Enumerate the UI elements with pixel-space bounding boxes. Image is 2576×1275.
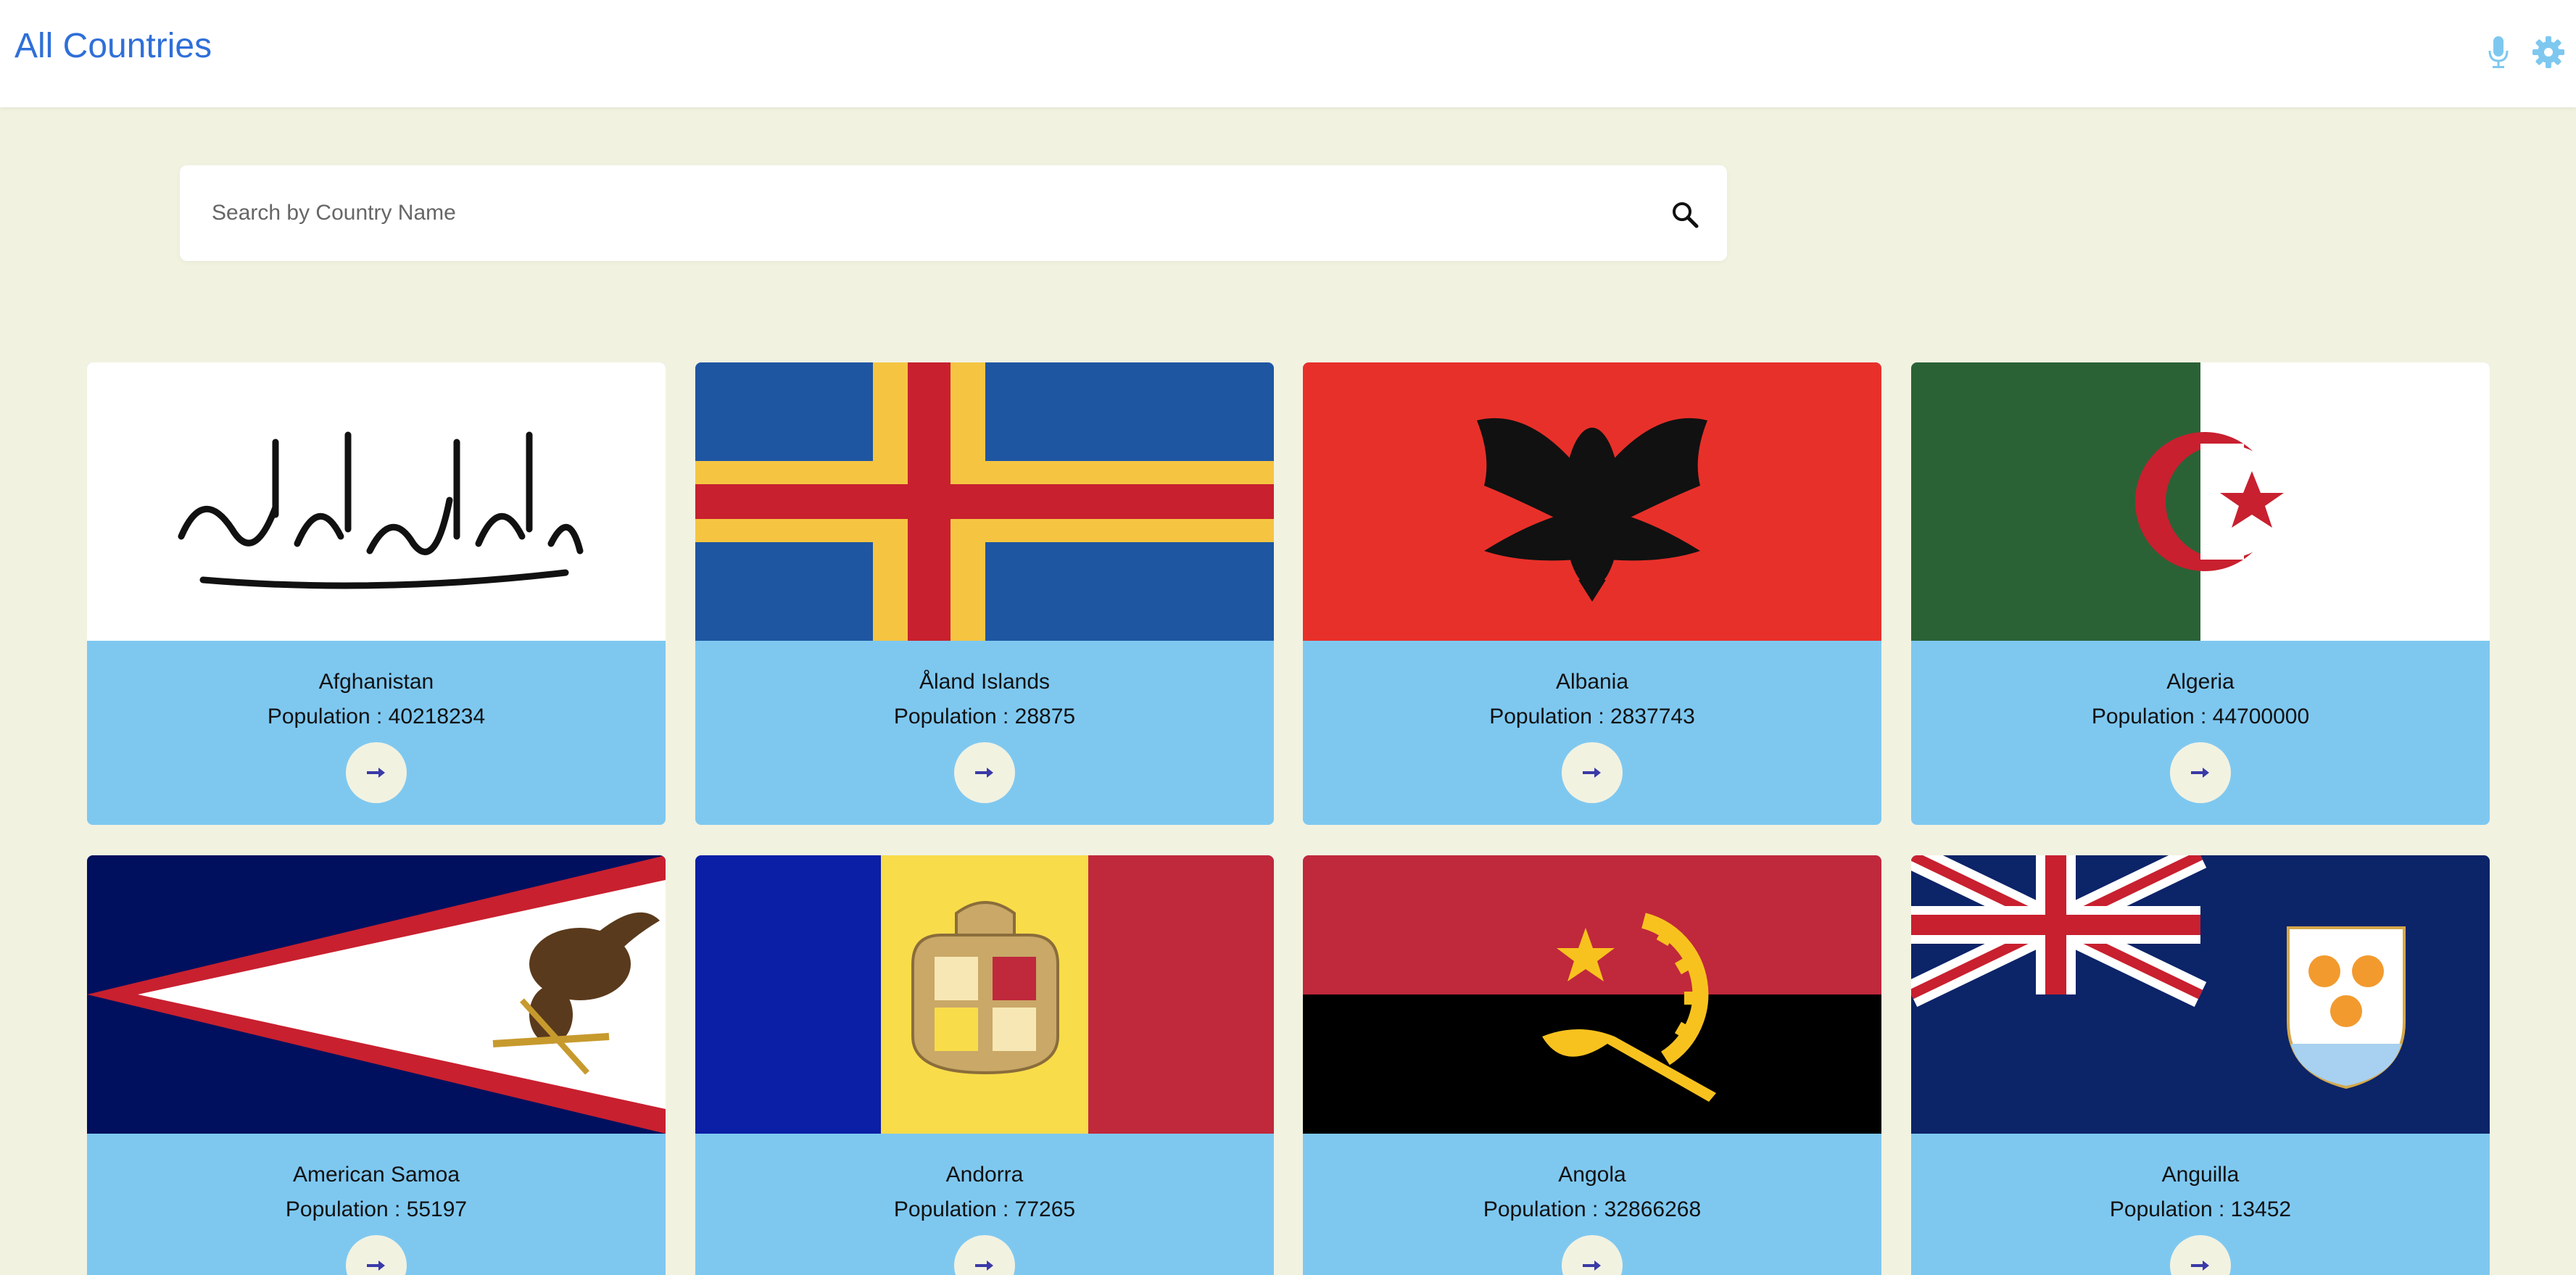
flag-algeria [1911,362,2490,641]
details-button[interactable] [954,742,1015,803]
arrow-right-icon [975,1261,993,1271]
arrow-right-icon [975,768,993,778]
arrow-right-icon [2191,768,2209,778]
search-box [180,165,1727,261]
country-card-american-samoa[interactable]: American Samoa Population : 55197 [87,855,666,1275]
country-name: Afghanistan [318,670,434,694]
country-population: Population : 44700000 [2091,705,2310,728]
app-header: All Countries [0,0,2576,107]
flag-andorra [695,855,1274,1134]
gear-icon[interactable] [2531,35,2566,70]
country-card-andorra[interactable]: Andorra Population : 77265 [695,855,1274,1275]
country-card-aland-islands[interactable]: Åland Islands Population : 28875 [695,362,1274,825]
details-button[interactable] [1562,742,1623,803]
flag-aland-islands [695,362,1274,641]
arrow-right-icon [367,768,385,778]
country-population: Population : 55197 [285,1197,468,1221]
country-card-albania[interactable]: Albania Population : 2837743 [1303,362,1881,825]
country-name: American Samoa [292,1163,460,1187]
country-name: Andorra [945,1163,1024,1187]
country-card-anguilla[interactable]: Anguilla Population : 13452 [1911,855,2490,1275]
country-name: Albania [1555,670,1629,694]
flag-american-samoa [87,855,666,1134]
page-title: All Countries [15,27,212,65]
search-icon[interactable] [1670,200,1699,229]
country-card-angola[interactable]: Angola Population : 32866268 [1303,855,1881,1275]
country-name: Algeria [2166,670,2235,694]
details-button[interactable] [346,742,407,803]
country-population: Population : 28875 [893,705,1076,728]
flag-afghanistan [87,362,666,641]
arrow-right-icon [1583,1261,1601,1271]
details-button[interactable] [346,1235,407,1275]
country-name: Angola [1558,1163,1626,1187]
country-population: Population : 13452 [2109,1197,2292,1221]
flag-angola [1303,855,1881,1134]
flag-albania [1303,362,1881,641]
country-card-algeria[interactable]: Algeria Population : 44700000 [1911,362,2490,825]
arrow-right-icon [1583,768,1601,778]
country-population: Population : 77265 [893,1197,1076,1221]
arrow-right-icon [367,1261,385,1271]
country-name: Åland Islands [919,670,1051,694]
details-button[interactable] [1562,1235,1623,1275]
details-button[interactable] [2170,1235,2231,1275]
search-input[interactable] [212,191,1589,235]
mic-icon[interactable] [2488,35,2509,70]
flag-anguilla [1911,855,2490,1134]
country-card-afghanistan[interactable]: Afghanistan Population : 40218234 [87,362,666,825]
details-button[interactable] [2170,742,2231,803]
details-button[interactable] [954,1235,1015,1275]
country-population: Population : 2837743 [1489,705,1695,728]
country-population: Population : 40218234 [267,705,486,728]
arrow-right-icon [2191,1261,2209,1271]
country-name: Anguilla [2161,1163,2240,1187]
country-population: Population : 32866268 [1483,1197,1702,1221]
